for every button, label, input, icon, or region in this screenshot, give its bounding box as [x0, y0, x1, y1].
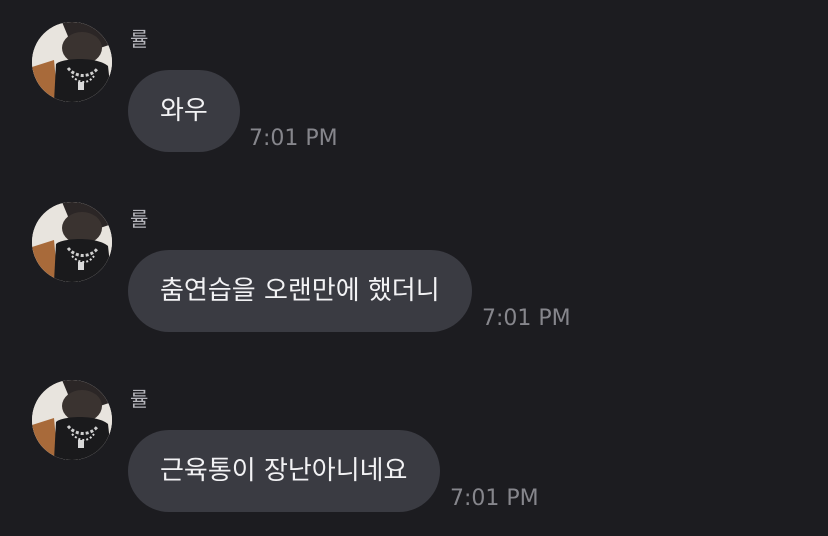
sender-name: 률 [130, 387, 149, 411]
avatar[interactable] [32, 380, 112, 460]
chat-log: 률 와우 7:01 PM 률 춤연습을 오랜만에 했더니 7:01 PM 률 근… [0, 0, 828, 536]
sender-name: 률 [130, 27, 149, 51]
message-time: 7:01 PM [249, 126, 338, 151]
message-bubble[interactable]: 와우 [128, 70, 240, 152]
sender-name: 률 [130, 207, 149, 231]
avatar[interactable] [32, 22, 112, 102]
message-time: 7:01 PM [450, 486, 539, 511]
message-bubble[interactable]: 춤연습을 오랜만에 했더니 [128, 250, 472, 332]
avatar[interactable] [32, 202, 112, 282]
message-time: 7:01 PM [482, 306, 571, 331]
message-bubble[interactable]: 근육통이 장난아니네요 [128, 430, 440, 512]
